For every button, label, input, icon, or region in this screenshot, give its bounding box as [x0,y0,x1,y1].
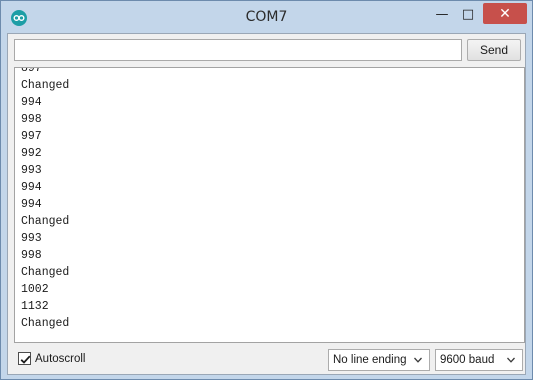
serial-input[interactable] [14,39,462,61]
chevron-down-icon [507,357,515,363]
output-line: 1132 [21,300,49,313]
output-line: 998 [21,249,42,262]
output-line: Changed [21,79,70,92]
output-line: 998 [21,113,42,126]
serial-monitor-window: COM7 — □ ✕ Send 897 Changed 994 998 997 992 99… [0,0,533,380]
close-button[interactable]: ✕ [483,3,527,24]
footer-bar: Autoscroll No line ending 9600 baud [8,344,525,374]
output-lines: 897 Changed 994 998 997 992 993 994 994 Changed 99… [21,67,70,332]
baud-rate-value: 9600 baud [440,354,495,366]
output-line: 994 [21,198,42,211]
output-line: 997 [21,130,42,143]
send-button[interactable]: Send [467,39,521,61]
line-ending-value: No line ending [333,354,407,366]
baud-rate-select[interactable]: 9600 baud [435,349,523,371]
output-line: 993 [21,164,42,177]
output-line: Changed [21,317,70,330]
output-line: Changed [21,266,70,279]
output-line: 1002 [21,283,49,296]
client-area: Send 897 Changed 994 998 997 992 993 994 994 Chan… [7,33,526,375]
output-line: 994 [21,181,42,194]
line-ending-select[interactable]: No line ending [328,349,430,371]
title-bar[interactable]: COM7 — □ ✕ [1,1,532,33]
autoscroll-label: Autoscroll [35,352,86,365]
output-line: 897 [21,67,42,75]
autoscroll-toggle[interactable]: Autoscroll [18,352,86,365]
minimize-button[interactable]: — [431,4,453,24]
send-row: Send [8,34,525,65]
output-line: 993 [21,232,42,245]
output-line: 994 [21,96,42,109]
chevron-down-icon [414,357,422,363]
output-line: 992 [21,147,42,160]
checkmark-icon [20,355,31,364]
serial-output[interactable]: 897 Changed 994 998 997 992 993 994 994 Changed 99… [14,67,525,343]
maximize-button[interactable]: □ [457,4,479,24]
autoscroll-checkbox[interactable] [18,352,31,365]
output-line: Changed [21,215,70,228]
